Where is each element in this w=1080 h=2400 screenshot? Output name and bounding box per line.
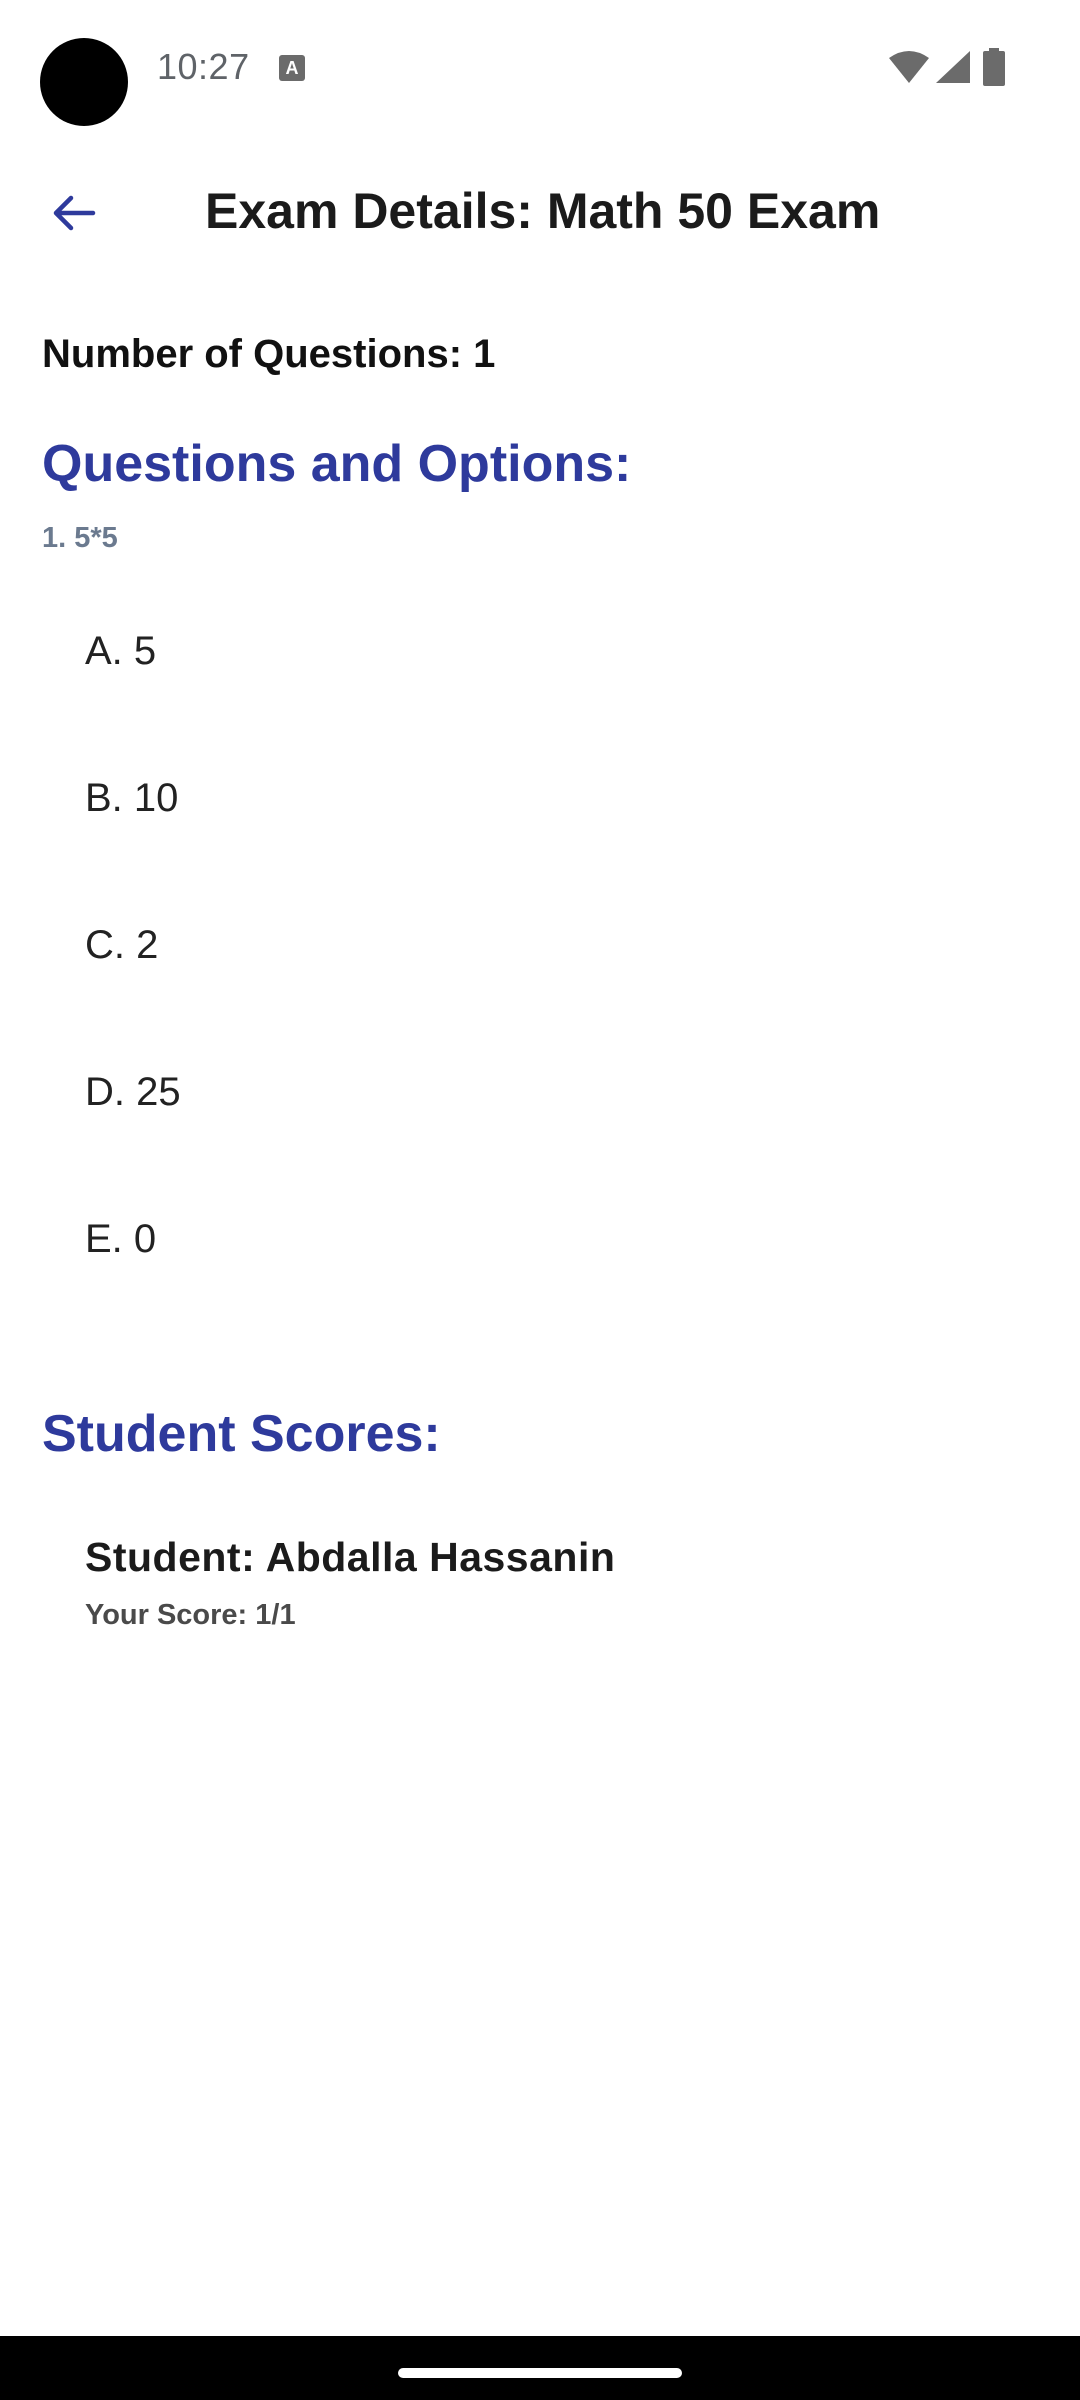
status-time: 10:27 [157,46,250,87]
student-score: Your Score: 1/1 [85,1599,296,1631]
arrow-back-icon [53,195,96,231]
battery-icon [983,48,1005,86]
signal-icon [936,51,970,83]
question-text: 1. 5*5 [42,522,118,554]
app-bar: Exam Details: Math 50 Exam [0,136,1080,284]
option-c: C. 2 [85,923,159,967]
wifi-icon [889,51,929,83]
option-a: A. 5 [85,629,157,673]
page-title: Exam Details: Math 50 Exam [205,183,881,239]
number-of-questions: Number of Questions: 1 [42,332,496,376]
option-b: B. 10 [85,776,179,820]
text-a-icon: A [279,55,305,81]
navigation-bar [0,2336,1080,2400]
camera-cutout [40,38,128,126]
option-e: E. 0 [85,1217,157,1261]
student-name: Student: Abdalla Hassanin [85,1534,616,1580]
option-d: D. 25 [85,1070,181,1114]
questions-heading: Questions and Options: [42,435,632,493]
home-handle[interactable] [398,2368,682,2378]
back-button[interactable] [38,178,108,248]
status-bar: 10:27 A [0,0,1080,136]
student-scores-heading: Student Scores: [42,1405,441,1463]
screen: 10:27 A Exam Details: Math 50 Exam Numbe… [0,0,1080,2400]
